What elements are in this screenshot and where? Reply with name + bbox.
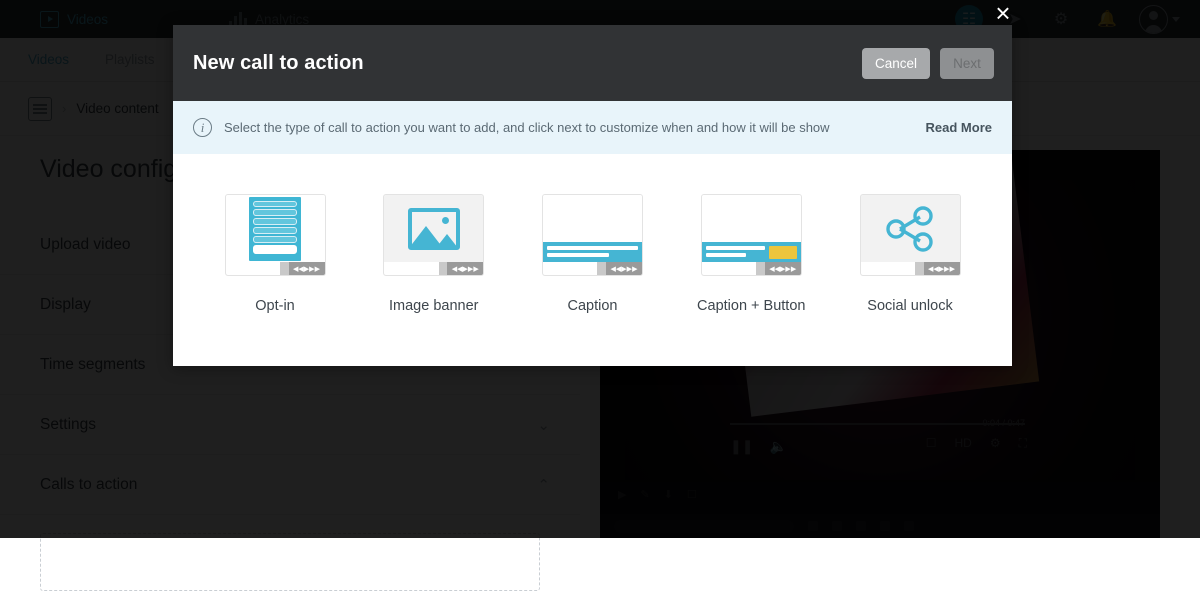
new-call-to-action-dialog: New call to action Cancel Next i Select … [173, 25, 1012, 366]
player-controls-icons: ◀◀▶▶▶ [606, 262, 642, 275]
image-banner-preview [384, 195, 483, 262]
progress-fill [384, 262, 438, 275]
cta-card-image-banner[interactable]: ◀◀▶▶▶ Image banner [364, 194, 504, 318]
close-icon[interactable]: × [990, 0, 1016, 26]
cta-button-swatch [769, 246, 797, 259]
player-bar: ◀◀▶▶▶ [226, 262, 325, 275]
player-bar: ◀◀▶▶▶ [543, 262, 642, 275]
read-more-link[interactable]: Read More [926, 120, 992, 135]
dialog-header: New call to action Cancel Next [173, 25, 1012, 101]
picture-icon [408, 208, 460, 250]
opt-in-preview [226, 195, 325, 262]
progress-fill [543, 262, 597, 275]
cta-type-grid: ◀◀▶▶▶ Opt-in ◀◀▶▶▶ Image banner [173, 154, 1012, 366]
cta-card-label: Opt-in [255, 296, 295, 318]
caption-button-thumbnail: ◀◀▶▶▶ [701, 194, 802, 276]
cta-card-label: Caption [568, 296, 618, 318]
info-icon: i [193, 118, 212, 137]
image-banner-thumbnail: ◀◀▶▶▶ [383, 194, 484, 276]
opt-in-form-icon [249, 197, 301, 261]
cta-card-label: Image banner [389, 296, 478, 318]
info-banner: i Select the type of call to action you … [173, 101, 1012, 154]
progress-fill [702, 262, 756, 275]
progress-fill [226, 262, 280, 275]
player-controls-icons: ◀◀▶▶▶ [289, 262, 325, 275]
player-bar: ◀◀▶▶▶ [861, 262, 960, 275]
progress-fill [861, 262, 915, 275]
opt-in-thumbnail: ◀◀▶▶▶ [225, 194, 326, 276]
dialog-title: New call to action [193, 52, 364, 75]
share-icon [883, 206, 937, 252]
player-controls-icons: ◀◀▶▶▶ [924, 262, 960, 275]
cta-card-social-unlock[interactable]: ◀◀▶▶▶ Social unlock [840, 194, 980, 318]
social-unlock-preview [861, 195, 960, 262]
social-unlock-thumbnail: ◀◀▶▶▶ [860, 194, 961, 276]
cta-card-opt-in[interactable]: ◀◀▶▶▶ Opt-in [205, 194, 345, 318]
caption-button-bar-icon [702, 242, 801, 262]
add-cta-dropzone[interactable] [40, 533, 540, 591]
caption-thumbnail: ◀◀▶▶▶ [542, 194, 643, 276]
info-banner-text: Select the type of call to action you wa… [224, 120, 830, 135]
cta-card-caption[interactable]: ◀◀▶▶▶ Caption [523, 194, 663, 318]
dialog-actions: Cancel Next [862, 48, 994, 79]
cta-card-label: Caption + Button [697, 296, 805, 318]
player-bar: ◀◀▶▶▶ [702, 262, 801, 275]
player-bar: ◀◀▶▶▶ [384, 262, 483, 275]
player-controls-icons: ◀◀▶▶▶ [765, 262, 801, 275]
player-controls-icons: ◀◀▶▶▶ [447, 262, 483, 275]
cta-card-caption-button[interactable]: ◀◀▶▶▶ Caption + Button [681, 194, 821, 318]
next-button[interactable]: Next [940, 48, 994, 79]
cta-card-label: Social unlock [867, 296, 952, 318]
caption-bar-icon [543, 242, 642, 262]
cancel-button[interactable]: Cancel [862, 48, 930, 79]
